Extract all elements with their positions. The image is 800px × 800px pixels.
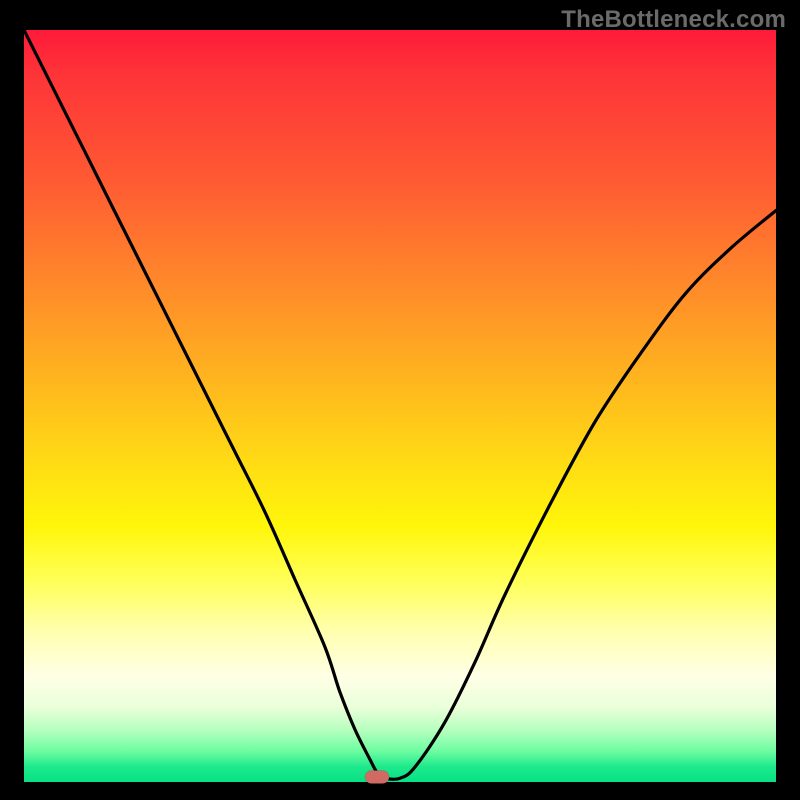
bottleneck-curve — [24, 30, 776, 782]
attribution-text: TheBottleneck.com — [561, 6, 786, 34]
chart-frame: TheBottleneck.com — [0, 0, 800, 800]
optimum-marker — [365, 770, 389, 783]
plot-area — [24, 30, 776, 782]
